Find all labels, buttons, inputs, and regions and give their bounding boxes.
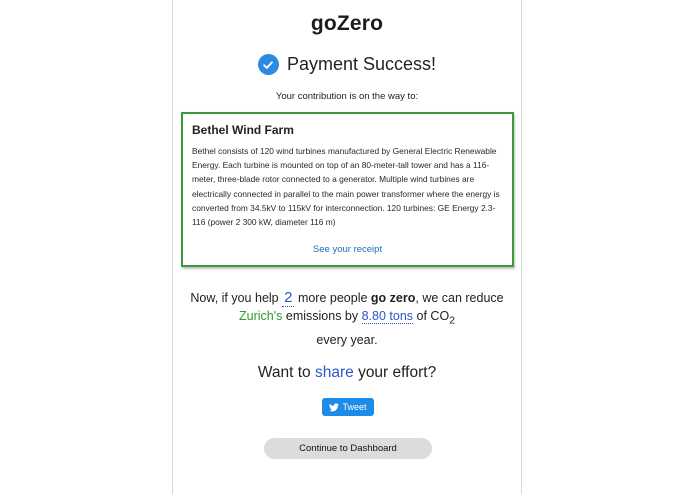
share-question: Want to share your effort? bbox=[173, 364, 521, 382]
city-name: Zurich's bbox=[239, 309, 283, 323]
impact-emphasis: go zero bbox=[370, 291, 416, 305]
share-suffix: your effort? bbox=[358, 364, 437, 381]
twitter-bird-icon bbox=[329, 402, 340, 411]
people-count-stepper[interactable]: 2 bbox=[282, 289, 295, 307]
emissions-text: emissions by bbox=[285, 309, 359, 323]
payment-panel: goZero Payment Success! Your contributio… bbox=[172, 0, 522, 494]
success-title: Payment Success! bbox=[286, 54, 437, 74]
of-co2-text: of CO bbox=[416, 309, 450, 323]
app-logo: goZero bbox=[310, 12, 384, 35]
impact-prefix: Now, if you help bbox=[190, 291, 279, 305]
project-card: Bethel Wind Farm Bethel consists of 120 … bbox=[181, 112, 514, 267]
share-word: share bbox=[314, 364, 354, 381]
tweet-button[interactable]: Tweet bbox=[322, 398, 374, 416]
check-circle-icon bbox=[257, 54, 279, 75]
success-header: Payment Success! bbox=[173, 54, 521, 75]
impact-suffix: every year. bbox=[316, 332, 378, 347]
tweet-label: Tweet bbox=[342, 402, 367, 412]
share-prefix: Want to bbox=[257, 364, 311, 381]
contribution-text: Your contribution is on the way to: bbox=[275, 91, 419, 102]
project-name: Bethel Wind Farm bbox=[192, 123, 294, 137]
see-receipt-link[interactable]: See your receipt bbox=[183, 244, 512, 255]
impact-middle: more people bbox=[297, 291, 368, 305]
impact-statement: Now, if you help 2 more people go zero, … bbox=[183, 289, 511, 349]
continue-dashboard-button[interactable]: Continue to Dashboard bbox=[264, 438, 432, 459]
project-description: Bethel consists of 120 wind turbines man… bbox=[192, 146, 500, 228]
tons-value: 8.80 tons bbox=[361, 309, 414, 324]
co2-subscript: 2 bbox=[449, 315, 455, 327]
impact-after-emphasis: , we can reduce bbox=[415, 291, 504, 305]
